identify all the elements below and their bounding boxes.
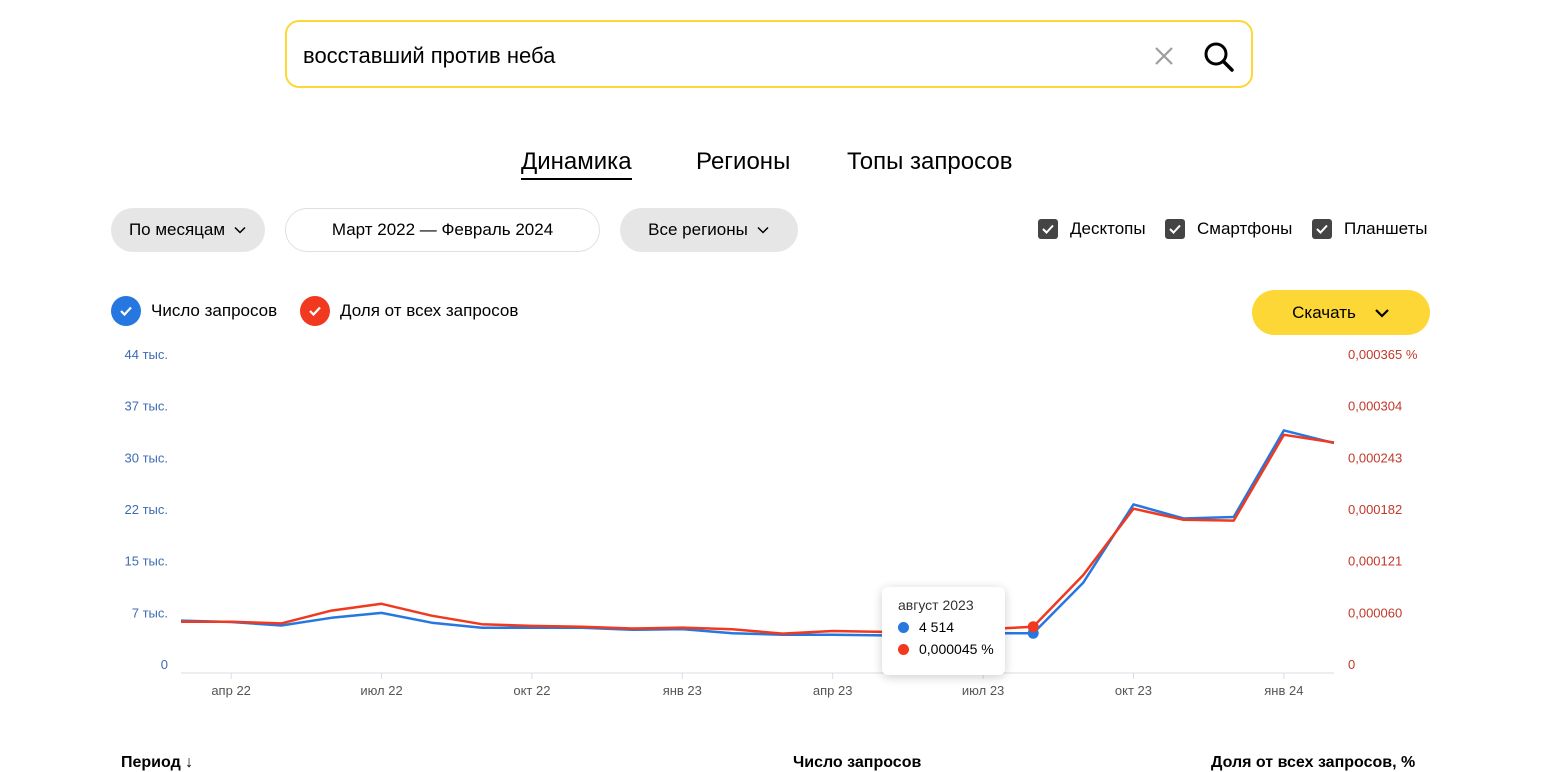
legend-requests-label: Число запросов — [151, 301, 278, 320]
tab-regions[interactable]: Регионы — [696, 148, 790, 176]
tooltip-period: август 2023 — [898, 597, 974, 613]
check-icon — [1312, 219, 1332, 239]
checkbox-tablets[interactable]: Планшеты — [1312, 219, 1428, 239]
right-axis-tick-label: 0,000243 — [1348, 450, 1402, 465]
left-axis-tick-label: 0 — [161, 657, 168, 672]
table-header-period[interactable]: Период ↓ — [121, 754, 193, 772]
tooltip-requests: 4 514 — [919, 619, 955, 635]
x-axis-tick-label: июл 22 — [360, 683, 402, 698]
tooltip-share: 0,000045 % — [919, 641, 994, 657]
right-axis-tick-label: 0,000182 — [1348, 502, 1402, 517]
share-series-line — [181, 433, 1335, 635]
left-axis-tick-label: 22 тыс. — [125, 502, 168, 517]
check-icon — [1165, 219, 1185, 239]
tooltip-share-dot — [898, 643, 909, 655]
right-axis-tick-label: 0,000304 — [1348, 399, 1402, 414]
period-group-label: По месяцам — [128, 220, 226, 239]
checkbox-label: Планшеты — [1344, 219, 1428, 238]
x-axis-tick-label: янв 23 — [663, 683, 702, 698]
legend-requests[interactable]: Число запросов — [111, 296, 277, 326]
checkbox-label: Десктопы — [1070, 219, 1146, 238]
left-axis-tick-label: 37 тыс. — [125, 399, 168, 414]
search-box[interactable]: восставший против неба — [285, 20, 1253, 88]
x-axis-tick-label: июл 23 — [962, 683, 1004, 698]
download-label: Скачать — [1292, 302, 1356, 322]
period-group-select[interactable]: По месяцам — [111, 208, 265, 252]
chart-tooltip: август 2023 4 514 0,000045 % — [882, 587, 1005, 675]
regions-label: Все регионы — [648, 220, 748, 239]
date-range-picker[interactable]: Март 2022 — Февраль 2024 — [285, 208, 600, 252]
left-axis-tick-label: 44 тыс. — [125, 347, 168, 362]
search-icon[interactable] — [1202, 40, 1236, 74]
check-icon — [300, 296, 330, 326]
x-axis-tick-label: окт 23 — [1115, 683, 1152, 698]
chevron-down-icon — [1375, 308, 1389, 318]
left-axis-tick-label: 15 тыс. — [125, 554, 168, 569]
share-highlight-point — [1027, 621, 1039, 633]
checkbox-smartphones[interactable]: Смартфоны — [1165, 219, 1292, 239]
requests-series-line — [180, 429, 1335, 637]
close-icon[interactable] — [1152, 44, 1176, 68]
left-axis-tick-label: 30 тыс. — [125, 450, 168, 465]
chevron-down-icon — [757, 226, 769, 234]
legend-share-label: Доля от всех запросов — [340, 301, 519, 320]
download-button[interactable]: Скачать — [1252, 290, 1430, 335]
tooltip-requests-dot — [898, 621, 909, 633]
chevron-down-icon — [234, 226, 246, 234]
dynamics-chart[interactable]: 0 7 тыс. 15 тыс. 22 тыс. 30 тыс. 37 тыс. 44 ты… — [0, 340, 1550, 720]
search-input[interactable]: восставший против неба — [303, 43, 555, 69]
right-axis-tick-label: 0,000060 — [1348, 605, 1402, 620]
date-range-label: Март 2022 — Февраль 2024 — [331, 220, 554, 239]
table-header-share: Доля от всех запросов, % — [1211, 754, 1416, 771]
checkbox-label: Смартфоны — [1197, 219, 1293, 238]
x-axis-tick-label: апр 22 — [211, 683, 251, 698]
regions-select[interactable]: Все регионы — [620, 208, 798, 252]
left-axis-tick-label: 7 тыс. — [132, 605, 168, 620]
tabs-bar: Динамика Регионы Топы запросов — [0, 148, 1550, 182]
checkbox-desktops[interactable]: Десктопы — [1038, 219, 1146, 239]
right-axis-tick-label: 0 — [1348, 657, 1355, 672]
x-axis-tick-label: янв 24 — [1264, 683, 1303, 698]
x-axis-tick-label: апр 23 — [813, 683, 853, 698]
right-axis-tick-label: 0,000365 % — [1348, 347, 1418, 362]
check-icon — [1038, 219, 1058, 239]
check-icon — [111, 296, 141, 326]
tab-top-queries[interactable]: Топы запросов — [847, 148, 1012, 176]
right-axis-tick-label: 0,000121 — [1348, 554, 1402, 569]
table-header-requests: Число запросов — [793, 754, 922, 771]
x-axis-tick-label: окт 22 — [513, 683, 550, 698]
legend-share[interactable]: Доля от всех запросов — [300, 296, 518, 326]
tab-dynamics[interactable]: Динамика — [521, 148, 632, 180]
